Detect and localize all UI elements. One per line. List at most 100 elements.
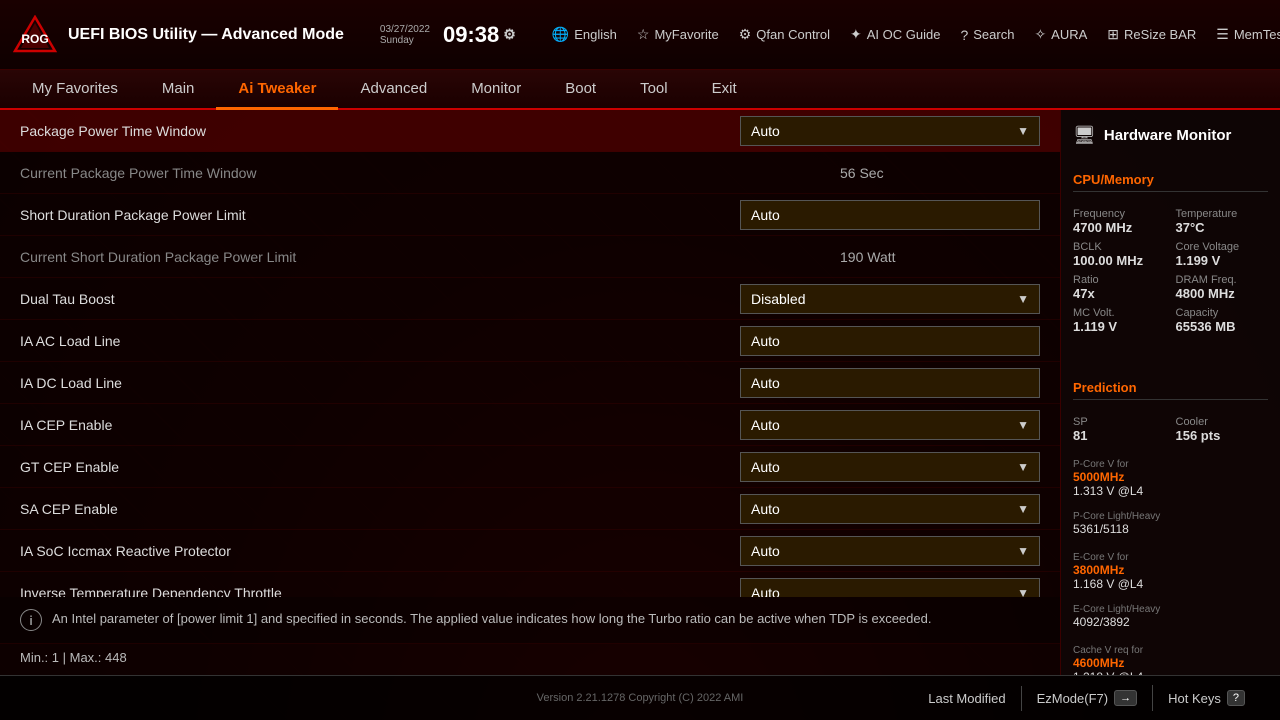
tab-monitor[interactable]: Monitor [449, 70, 543, 110]
hw-value-ecore-v: 1.168 V @L4 [1073, 577, 1268, 591]
hw-item-cache-v-for: Cache V req for 4600MHz 1.218 V @L4 [1073, 645, 1268, 675]
hw-value-capacity: 65536 MB [1176, 319, 1269, 334]
hw-value-bclk: 100.00 MHz [1073, 253, 1166, 268]
hot-keys-button[interactable]: Hot Keys ? [1153, 685, 1260, 711]
globe-icon: 🌐 [552, 26, 569, 43]
setting-row-ia-soc[interactable]: IA SoC Iccmax Reactive Protector Auto ▼ [0, 530, 1060, 572]
star-icon: ☆ [637, 26, 650, 43]
min-max-text: Min.: 1 | Max.: 448 [20, 650, 127, 665]
dropdown-pkg-power-time-window[interactable]: Auto ▼ [740, 116, 1040, 146]
info-row-inner: i An Intel parameter of [power limit 1] … [20, 609, 1040, 631]
hw-label-temperature: Temperature [1176, 208, 1269, 220]
tab-exit[interactable]: Exit [690, 70, 759, 110]
cpu-memory-grid: Frequency 4700 MHz Temperature 37°C BCLK… [1073, 208, 1268, 334]
top-nav-items: 🌐 English ☆ MyFavorite ⚙ Qfan Control ✦ … [542, 20, 1280, 49]
bottom-right: Last Modified EzMode(F7) → Hot Keys ? [847, 685, 1260, 711]
hw-value-cache-freq: 4600MHz [1073, 656, 1268, 670]
setting-row-pkg-power-time-window[interactable]: Package Power Time Window Auto ▼ [0, 110, 1060, 152]
hw-value-pcore-freq: 5000MHz [1073, 470, 1268, 484]
tab-favorites[interactable]: My Favorites [10, 70, 140, 110]
hw-item-sp: SP 81 [1073, 416, 1166, 443]
nav-item-memtest[interactable]: ☰ MemTest86 [1206, 20, 1280, 49]
info-text: An Intel parameter of [power limit 1] an… [52, 609, 1040, 629]
tab-ai-tweaker[interactable]: Ai Tweaker [216, 70, 338, 110]
hw-item-ratio: Ratio 47x [1073, 274, 1166, 301]
dropdown-gt-cep[interactable]: Auto ▼ [740, 452, 1040, 482]
top-bar: ROG UEFI BIOS Utility — Advanced Mode 03… [0, 0, 1280, 70]
nav-item-aiocguide[interactable]: ✦ AI OC Guide [840, 20, 950, 49]
nav-item-resizebar[interactable]: ⊞ ReSize BAR [1097, 20, 1206, 49]
hw-label-core-voltage: Core Voltage [1176, 241, 1269, 253]
dropdown-arrow-ia-soc-icon: ▼ [1017, 544, 1029, 558]
dropdown-ia-soc[interactable]: Auto ▼ [740, 536, 1040, 566]
hw-item-mc-volt: MC Volt. 1.119 V [1073, 307, 1166, 334]
tab-advanced[interactable]: Advanced [338, 70, 449, 110]
nav-item-search[interactable]: ? Search [950, 21, 1024, 49]
dropdown-dual-tau[interactable]: Disabled ▼ [740, 284, 1040, 314]
dropdown-inverse-temp[interactable]: Auto ▼ [740, 578, 1040, 598]
hw-value-frequency: 4700 MHz [1073, 220, 1166, 235]
main-panel: Package Power Time Window Auto ▼ Current… [0, 110, 1060, 675]
setting-row-ia-dc-load[interactable]: IA DC Load Line Auto [0, 362, 1060, 404]
tab-tool[interactable]: Tool [618, 70, 690, 110]
hw-label-pcore-v-for: P-Core V for [1073, 459, 1268, 470]
setting-label-short-duration: Short Duration Package Power Limit [20, 207, 740, 223]
tab-boot[interactable]: Boot [543, 70, 618, 110]
nav-item-aura[interactable]: ✧ AURA [1024, 20, 1097, 49]
hw-item-cooler: Cooler 156 pts [1176, 416, 1269, 443]
setting-value-current-short: 190 Watt [840, 249, 1040, 265]
setting-value-current-pkg-time: 56 Sec [840, 165, 1040, 181]
input-short-duration[interactable]: Auto [740, 200, 1040, 230]
setting-row-ia-cep[interactable]: IA CEP Enable Auto ▼ [0, 404, 1060, 446]
hw-item-frequency: Frequency 4700 MHz [1073, 208, 1166, 235]
hw-value-ecore-freq: 3800MHz [1073, 563, 1268, 577]
setting-row-dual-tau[interactable]: Dual Tau Boost Disabled ▼ [0, 278, 1060, 320]
setting-label-current-pkg-time: Current Package Power Time Window [20, 165, 840, 181]
hw-label-cooler: Cooler [1176, 416, 1269, 428]
hw-value-dram-freq: 4800 MHz [1176, 286, 1269, 301]
content-area: Package Power Time Window Auto ▼ Current… [0, 110, 1280, 675]
setting-label-ia-ac-load: IA AC Load Line [20, 333, 740, 349]
setting-label-pkg-power-time-window: Package Power Time Window [20, 123, 740, 139]
setting-row-inverse-temp[interactable]: Inverse Temperature Dependency Throttle … [0, 572, 1060, 597]
resize-icon: ⊞ [1107, 26, 1119, 43]
main-wrapper: ROG UEFI BIOS Utility — Advanced Mode 03… [0, 0, 1280, 720]
hw-label-cache-v-for: Cache V req for [1073, 645, 1268, 656]
version-text: Version 2.21.1278 Copyright (C) 2022 AMI [537, 692, 744, 704]
dropdown-ia-cep[interactable]: Auto ▼ [740, 410, 1040, 440]
cpu-memory-section-title: CPU/Memory [1073, 172, 1268, 192]
dropdown-arrow-inverse-temp-icon: ▼ [1017, 586, 1029, 598]
hw-monitor-header: 🖥 Hardware Monitor [1073, 125, 1268, 146]
monitor-icon: 🖥 [1073, 125, 1096, 146]
dropdown-sa-cep[interactable]: Auto ▼ [740, 494, 1040, 524]
tab-main[interactable]: Main [140, 70, 217, 110]
fan-icon: ⚙ [739, 26, 752, 43]
hw-item-dram-freq: DRAM Freq. 4800 MHz [1176, 274, 1269, 301]
settings-gear-icon[interactable]: ⚙ [503, 26, 516, 43]
setting-label-sa-cep: SA CEP Enable [20, 501, 740, 517]
datetime: 03/27/2022 Sunday [380, 24, 430, 46]
logo-area: ROG UEFI BIOS Utility — Advanced Mode [10, 12, 344, 57]
settings-list: Package Power Time Window Auto ▼ Current… [0, 110, 1060, 597]
nav-item-qfan[interactable]: ⚙ Qfan Control [729, 20, 840, 49]
hw-item-capacity: Capacity 65536 MB [1176, 307, 1269, 334]
bottom-bar: Version 2.21.1278 Copyright (C) 2022 AMI… [0, 675, 1280, 720]
nav-item-myfavorite[interactable]: ☆ MyFavorite [627, 20, 729, 49]
setting-label-ia-soc: IA SoC Iccmax Reactive Protector [20, 543, 740, 559]
hw-label-ratio: Ratio [1073, 274, 1166, 286]
setting-row-ia-ac-load[interactable]: IA AC Load Line Auto [0, 320, 1060, 362]
input-ia-dc-load[interactable]: Auto [740, 368, 1040, 398]
setting-row-short-duration[interactable]: Short Duration Package Power Limit Auto [0, 194, 1060, 236]
hw-value-core-voltage: 1.199 V [1176, 253, 1269, 268]
input-ia-ac-load[interactable]: Auto [740, 326, 1040, 356]
setting-label-current-short: Current Short Duration Package Power Lim… [20, 249, 840, 265]
setting-row-current-pkg-time: Current Package Power Time Window 56 Sec [0, 152, 1060, 194]
prediction-section-title: Prediction [1073, 380, 1268, 400]
info-section: i An Intel parameter of [power limit 1] … [0, 597, 1060, 644]
last-modified-button[interactable]: Last Modified [913, 686, 1021, 711]
nav-item-english[interactable]: 🌐 English [542, 20, 627, 49]
ezmode-button[interactable]: EzMode(F7) → [1022, 685, 1154, 711]
setting-row-sa-cep[interactable]: SA CEP Enable Auto ▼ [0, 488, 1060, 530]
setting-row-gt-cep[interactable]: GT CEP Enable Auto ▼ [0, 446, 1060, 488]
hw-label-capacity: Capacity [1176, 307, 1269, 319]
